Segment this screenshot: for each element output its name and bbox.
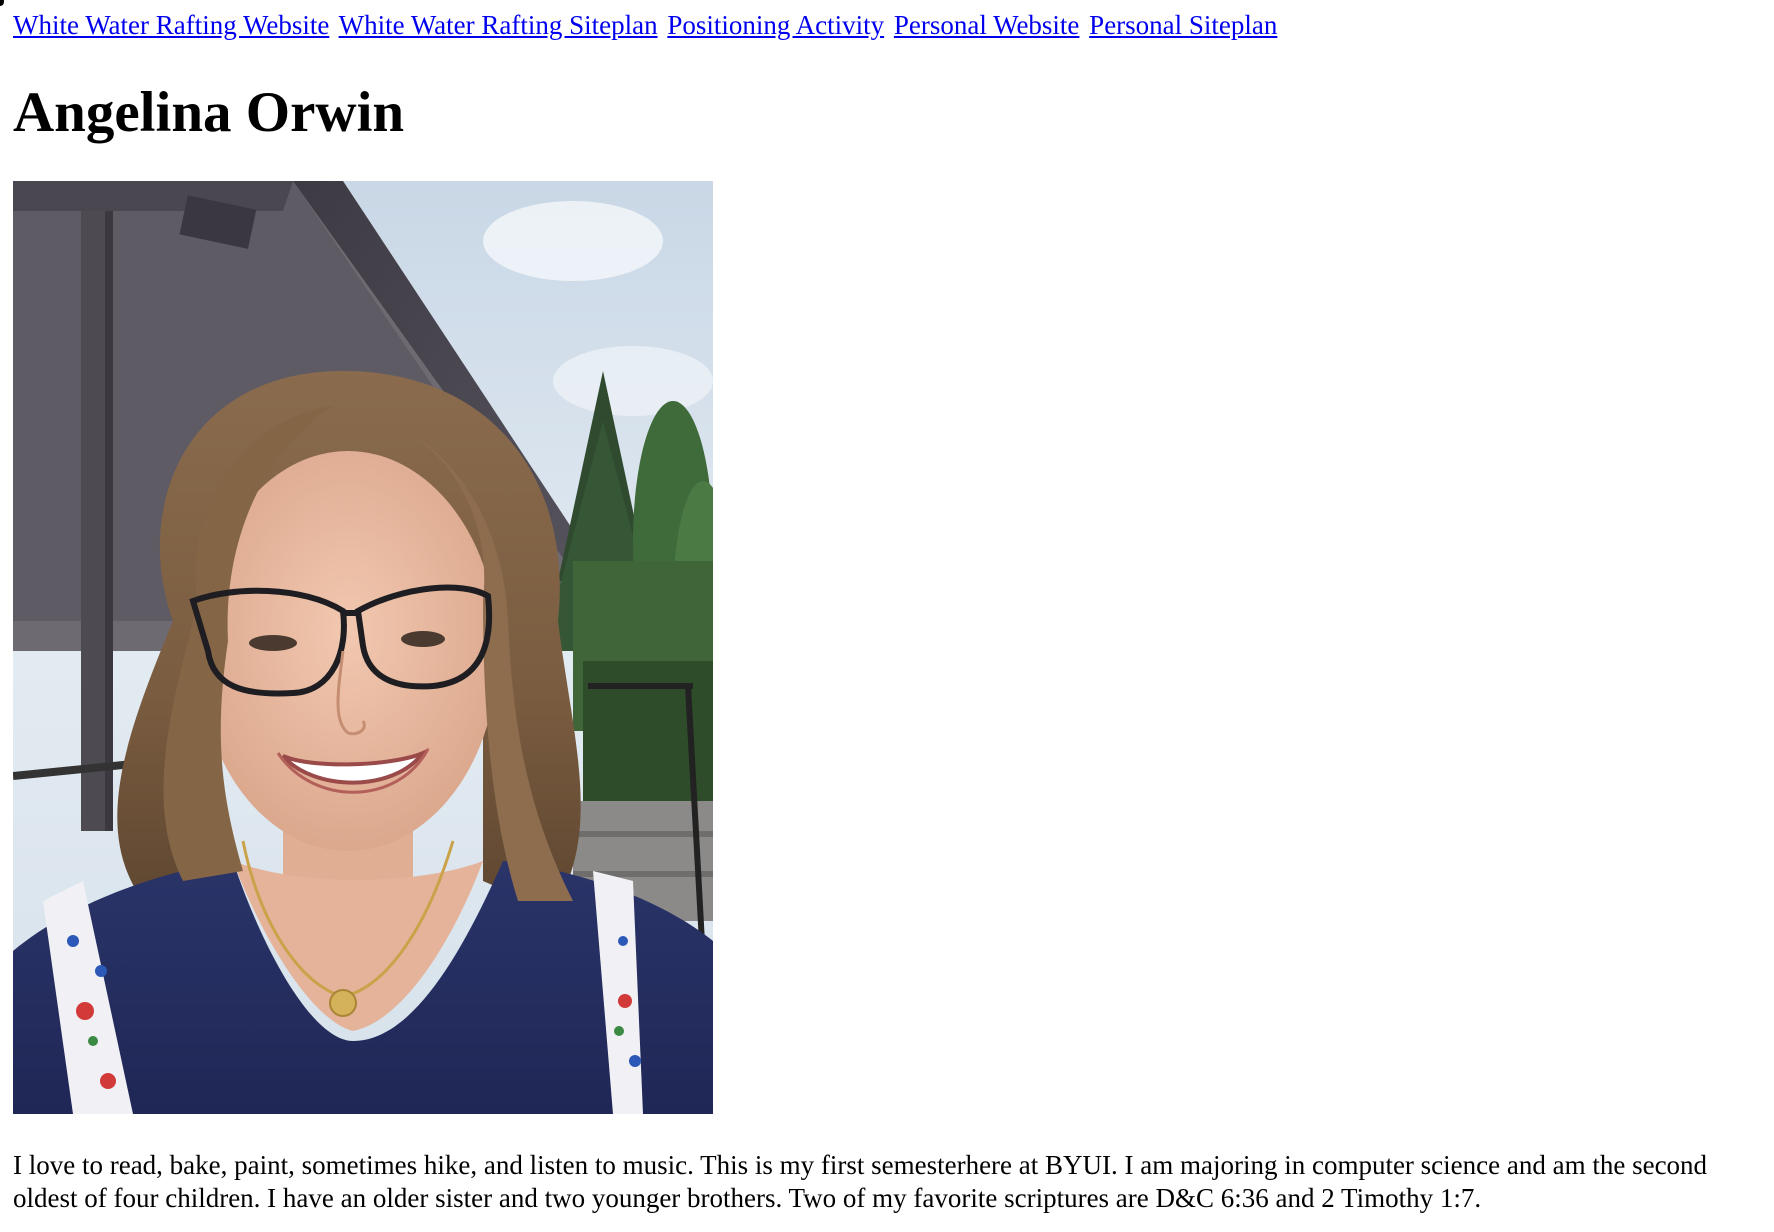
profile-photo — [13, 181, 713, 1114]
cursor-mark — [0, 0, 4, 6]
nav-link-positioning-activity[interactable]: Positioning Activity — [667, 10, 884, 40]
nav-link-white-water-rafting-website[interactable]: White Water Rafting Website — [13, 10, 329, 40]
nav-link-white-water-rafting-siteplan[interactable]: White Water Rafting Siteplan — [339, 10, 658, 40]
nav-link-personal-siteplan[interactable]: Personal Siteplan — [1089, 10, 1277, 40]
top-nav: White Water Rafting Website White Water … — [13, 8, 1280, 42]
page-title: Angelina Orwin — [13, 81, 405, 144]
nav-link-personal-website[interactable]: Personal Website — [894, 10, 1080, 40]
bio-paragraph: I love to read, bake, paint, sometimes h… — [13, 1150, 1708, 1213]
